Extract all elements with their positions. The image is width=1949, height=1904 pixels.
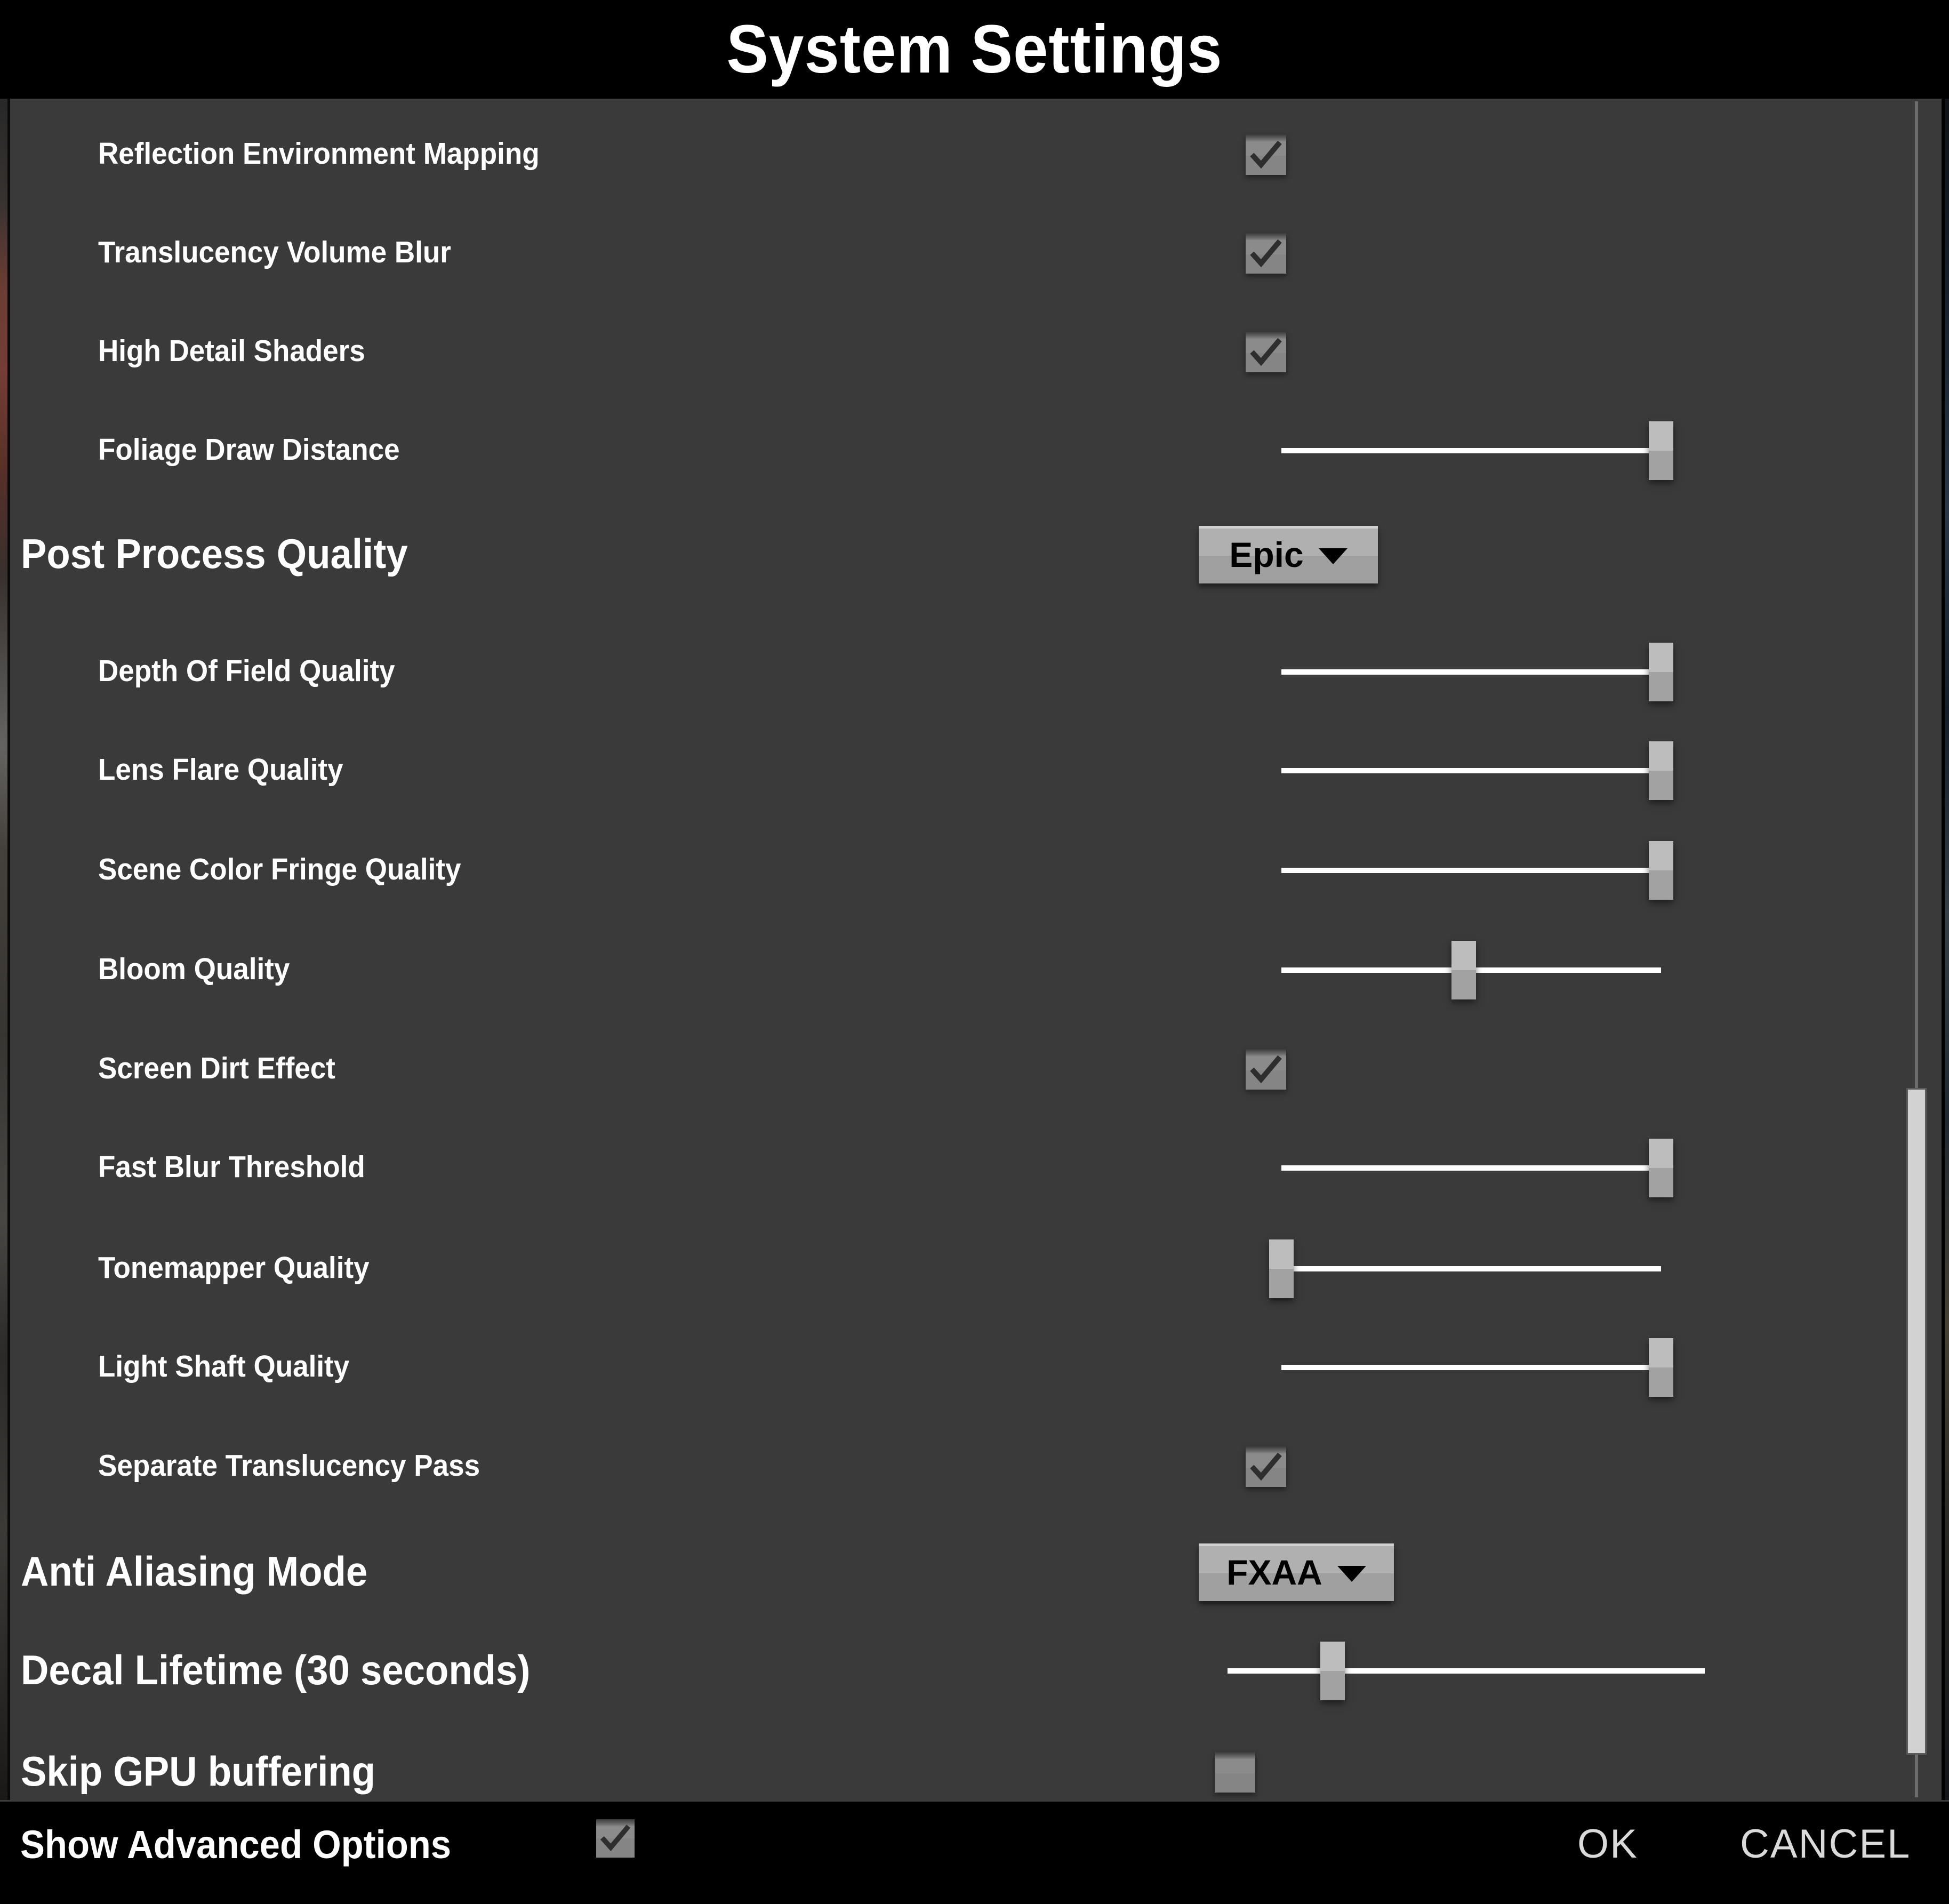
dropdown-top-hairline (1199, 1543, 1394, 1546)
slider-handle-bottom (1649, 771, 1673, 800)
slider-track[interactable] (1228, 1668, 1705, 1674)
slider-bloom-quality[interactable] (1281, 941, 1661, 999)
setting-label-screen-dirt-effect: Screen Dirt Effect (98, 1051, 335, 1086)
settings-list: Reflection Environment Mapping Translucen… (7, 99, 1942, 1800)
slider-track[interactable] (1281, 448, 1661, 453)
checkbox-translucency-volume-blur[interactable] (1246, 233, 1286, 274)
page-title: System Settings (726, 11, 1223, 87)
game-background-right-edge (1945, 99, 1949, 1800)
checkbox-high-detail-shaders[interactable] (1246, 332, 1286, 372)
dropdown-top-hairline (1199, 526, 1378, 529)
scrollbar-thumb[interactable] (1906, 1088, 1927, 1755)
checkmark-icon (1246, 1050, 1286, 1090)
slider-scene-color-fringe-quality[interactable] (1281, 841, 1673, 900)
slider-handle-top (1649, 643, 1673, 672)
dialog-titlebar: System Settings (0, 0, 1949, 99)
slider-handle-bottom (1649, 451, 1673, 480)
setting-label-high-detail-shaders: High Detail Shaders (98, 334, 365, 369)
slider-handle[interactable] (1649, 421, 1673, 480)
slider-foliage-draw-distance[interactable] (1281, 421, 1673, 480)
setting-label-translucency-volume-blur: Translucency Volume Blur (98, 235, 451, 270)
checkbox-top-shade (1215, 1752, 1255, 1759)
setting-label-light-shaft-quality: Light Shaft Quality (98, 1349, 350, 1384)
slider-handle-top (1649, 1338, 1673, 1367)
slider-handle-top (1649, 841, 1673, 870)
slider-handle[interactable] (1649, 643, 1673, 701)
slider-handle-bottom (1649, 672, 1673, 701)
slider-handle-bottom (1320, 1671, 1345, 1700)
checkmark-icon (596, 1820, 635, 1858)
setting-label-scene-color-fringe-quality: Scene Color Fringe Quality (98, 852, 461, 887)
dropdown-anti-aliasing-mode[interactable]: FXAA (1199, 1543, 1394, 1601)
system-settings-dialog: System Settings Reflection Environment M… (0, 0, 1949, 1904)
checkbox-skip-gpu-buffering[interactable] (1215, 1752, 1255, 1793)
setting-label-anti-aliasing-mode: Anti Aliasing Mode (21, 1548, 368, 1595)
setting-label-fast-blur-threshold: Fast Blur Threshold (98, 1150, 365, 1185)
chevron-down-icon (1337, 1565, 1366, 1582)
slider-track[interactable] (1281, 768, 1661, 773)
checkmark-icon (1246, 135, 1286, 175)
slider-handle[interactable] (1451, 941, 1476, 999)
chevron-down-icon (1318, 548, 1348, 564)
slider-handle-top (1269, 1239, 1294, 1269)
slider-tonemapper-quality[interactable] (1269, 1239, 1661, 1298)
setting-label-depth-of-field-quality: Depth Of Field Quality (98, 654, 395, 689)
setting-label-tonemapper-quality: Tonemapper Quality (98, 1251, 370, 1285)
slider-track[interactable] (1281, 669, 1661, 675)
slider-depth-of-field-quality[interactable] (1281, 643, 1673, 701)
setting-label-decal-lifetime: Decal Lifetime (30 seconds) (21, 1646, 531, 1694)
setting-label-bloom-quality: Bloom Quality (98, 952, 290, 987)
slider-decal-lifetime[interactable] (1228, 1642, 1705, 1700)
dialog-footer: Show Advanced Options OK CANCEL (0, 1800, 1949, 1904)
checkbox-separate-translucency-pass[interactable] (1246, 1446, 1286, 1487)
slider-handle-top (1649, 741, 1673, 771)
checkmark-icon (1246, 333, 1286, 372)
checkbox-bottom-shade (1215, 1773, 1255, 1793)
slider-track[interactable] (1281, 1165, 1661, 1171)
show-advanced-options-checkbox[interactable] (596, 1819, 635, 1858)
slider-handle-bottom (1451, 970, 1476, 999)
slider-handle-top (1649, 1139, 1673, 1168)
slider-track[interactable] (1281, 1266, 1661, 1271)
setting-label-post-process-quality: Post Process Quality (21, 530, 408, 578)
show-advanced-options-label: Show Advanced Options (20, 1822, 452, 1867)
slider-handle-top (1649, 421, 1673, 451)
slider-lens-flare-quality[interactable] (1281, 741, 1673, 800)
slider-handle[interactable] (1649, 741, 1673, 800)
slider-handle[interactable] (1320, 1642, 1345, 1700)
slider-handle[interactable] (1269, 1239, 1294, 1298)
slider-handle-bottom (1649, 1367, 1673, 1397)
setting-label-foliage-draw-distance: Foliage Draw Distance (98, 433, 400, 467)
ok-button[interactable]: OK (1577, 1824, 1638, 1865)
checkmark-icon (1246, 1447, 1286, 1487)
checkbox-screen-dirt-effect[interactable] (1246, 1049, 1286, 1090)
slider-track[interactable] (1281, 868, 1661, 873)
setting-label-separate-translucency-pass: Separate Translucency Pass (98, 1449, 480, 1483)
slider-light-shaft-quality[interactable] (1281, 1338, 1673, 1397)
slider-fast-blur-threshold[interactable] (1281, 1139, 1673, 1197)
game-background-left-edge (0, 99, 7, 1800)
setting-label-lens-flare-quality: Lens Flare Quality (98, 753, 343, 787)
setting-label-skip-gpu-buffering: Skip GPU buffering (21, 1748, 375, 1795)
slider-handle-bottom (1649, 1168, 1673, 1197)
slider-handle-top (1320, 1642, 1345, 1671)
slider-track[interactable] (1281, 1365, 1661, 1370)
slider-handle[interactable] (1649, 841, 1673, 900)
slider-handle-bottom (1269, 1269, 1294, 1298)
checkmark-icon (1246, 234, 1286, 274)
checkbox-reflection-environment-mapping[interactable] (1246, 134, 1286, 175)
dropdown-post-process-quality[interactable]: Epic (1199, 526, 1378, 583)
slider-handle[interactable] (1649, 1338, 1673, 1397)
dropdown-value-post-process-quality: Epic (1229, 535, 1304, 574)
dropdown-value-anti-aliasing-mode: FXAA (1226, 1553, 1322, 1592)
slider-handle-top (1451, 941, 1476, 970)
cancel-button[interactable]: CANCEL (1740, 1824, 1911, 1865)
slider-handle[interactable] (1649, 1139, 1673, 1197)
setting-label-reflection-environment-mapping: Reflection Environment Mapping (98, 137, 540, 171)
slider-handle-bottom (1649, 870, 1673, 900)
